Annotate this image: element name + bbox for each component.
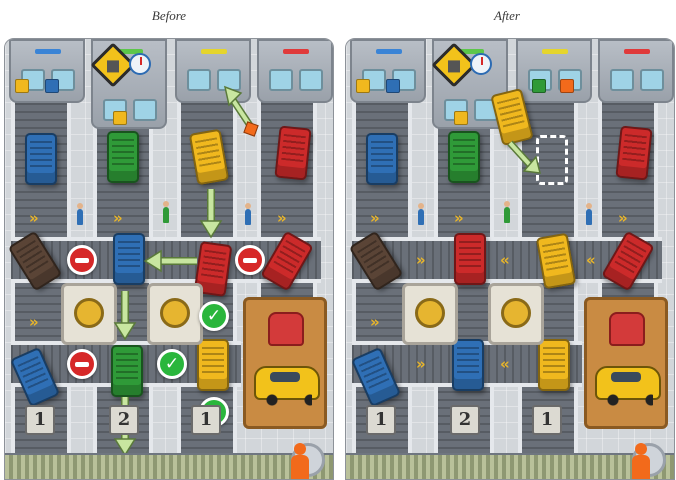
robot-station	[402, 283, 458, 345]
green-flag	[532, 79, 546, 93]
seat-icon	[268, 312, 304, 346]
yellow-flag	[15, 79, 29, 93]
dock-1	[9, 39, 85, 103]
truck-blue[interactable]	[25, 133, 57, 185]
dock-3	[516, 39, 592, 103]
check-icon: ✓	[199, 301, 229, 331]
lane-number-tile: 2	[109, 405, 139, 435]
move-arrow-icon	[507, 140, 541, 174]
worker-meeple-icon	[630, 443, 652, 479]
lane-number-tile: 2	[450, 405, 480, 435]
chevron-down-icon: »	[370, 209, 380, 227]
truck-blue[interactable]	[113, 233, 145, 285]
blue-flag	[45, 79, 59, 93]
truck-yellow[interactable]	[197, 339, 229, 391]
truck-red[interactable]	[454, 233, 486, 285]
blue-flag	[386, 79, 400, 93]
bottom-strip	[346, 453, 674, 479]
no-entry-icon	[67, 349, 97, 379]
chevron-left-icon: «	[586, 251, 596, 269]
truck-red[interactable]	[615, 125, 653, 181]
chevron-right-icon: »	[416, 251, 426, 269]
timer-icon	[129, 53, 151, 75]
yellow-flag	[356, 79, 370, 93]
chevron-down-icon: »	[454, 209, 464, 227]
reward-card	[243, 297, 327, 429]
dock-4	[257, 39, 333, 103]
truck-green[interactable]	[448, 131, 480, 183]
robot-station	[147, 283, 203, 345]
worker-icon	[586, 203, 592, 225]
robot-station	[61, 283, 117, 345]
truck-yellow[interactable]	[538, 339, 570, 391]
worker-icon	[504, 201, 510, 223]
lane-number-tile: 1	[191, 405, 221, 435]
car-icon	[254, 366, 320, 406]
truck-green[interactable]	[107, 131, 139, 183]
dock-4	[598, 39, 674, 103]
truck-red[interactable]	[274, 125, 312, 181]
bottom-strip	[5, 453, 333, 479]
truck-green[interactable]	[111, 345, 143, 397]
chevron-down-icon: »	[29, 313, 39, 331]
move-arrow-icon	[143, 249, 197, 273]
timer-icon	[470, 53, 492, 75]
worker-icon	[77, 203, 83, 225]
yellow-flag	[113, 111, 127, 125]
after-label: After	[494, 8, 520, 23]
chevron-left-icon: «	[500, 251, 510, 269]
after-board: » » » » » « « » « 1 2 1	[345, 38, 675, 480]
lane-number-tile: 1	[532, 405, 562, 435]
chevron-down-icon: »	[113, 209, 123, 227]
chevron-left-icon: «	[500, 355, 510, 373]
no-entry-icon	[235, 245, 265, 275]
worker-meeple-icon	[289, 443, 311, 479]
check-icon: ✓	[157, 349, 187, 379]
seat-icon	[609, 312, 645, 346]
dock-1	[350, 39, 426, 103]
yellow-flag	[454, 111, 468, 125]
chevron-down-icon: »	[29, 209, 39, 227]
before-board: » » » » ✓ ✓ ✓	[4, 38, 334, 480]
before-label: Before	[151, 8, 187, 23]
worker-icon	[418, 203, 424, 225]
chevron-down-icon: »	[370, 313, 380, 331]
chevron-down-icon: »	[618, 209, 628, 227]
worker-icon	[245, 203, 251, 225]
move-arrow-icon	[113, 291, 137, 341]
orange-flag	[560, 79, 574, 93]
lane-number-tile: 1	[366, 405, 396, 435]
car-icon	[595, 366, 661, 406]
truck-blue[interactable]	[452, 339, 484, 391]
robot-station	[488, 283, 544, 345]
truck-blue[interactable]	[366, 133, 398, 185]
lane-number-tile: 1	[25, 405, 55, 435]
worker-icon	[163, 201, 169, 223]
chevron-down-icon: »	[277, 209, 287, 227]
reward-card	[584, 297, 668, 429]
no-entry-icon	[67, 245, 97, 275]
move-arrow-icon	[199, 189, 223, 239]
chevron-right-icon: »	[416, 355, 426, 373]
